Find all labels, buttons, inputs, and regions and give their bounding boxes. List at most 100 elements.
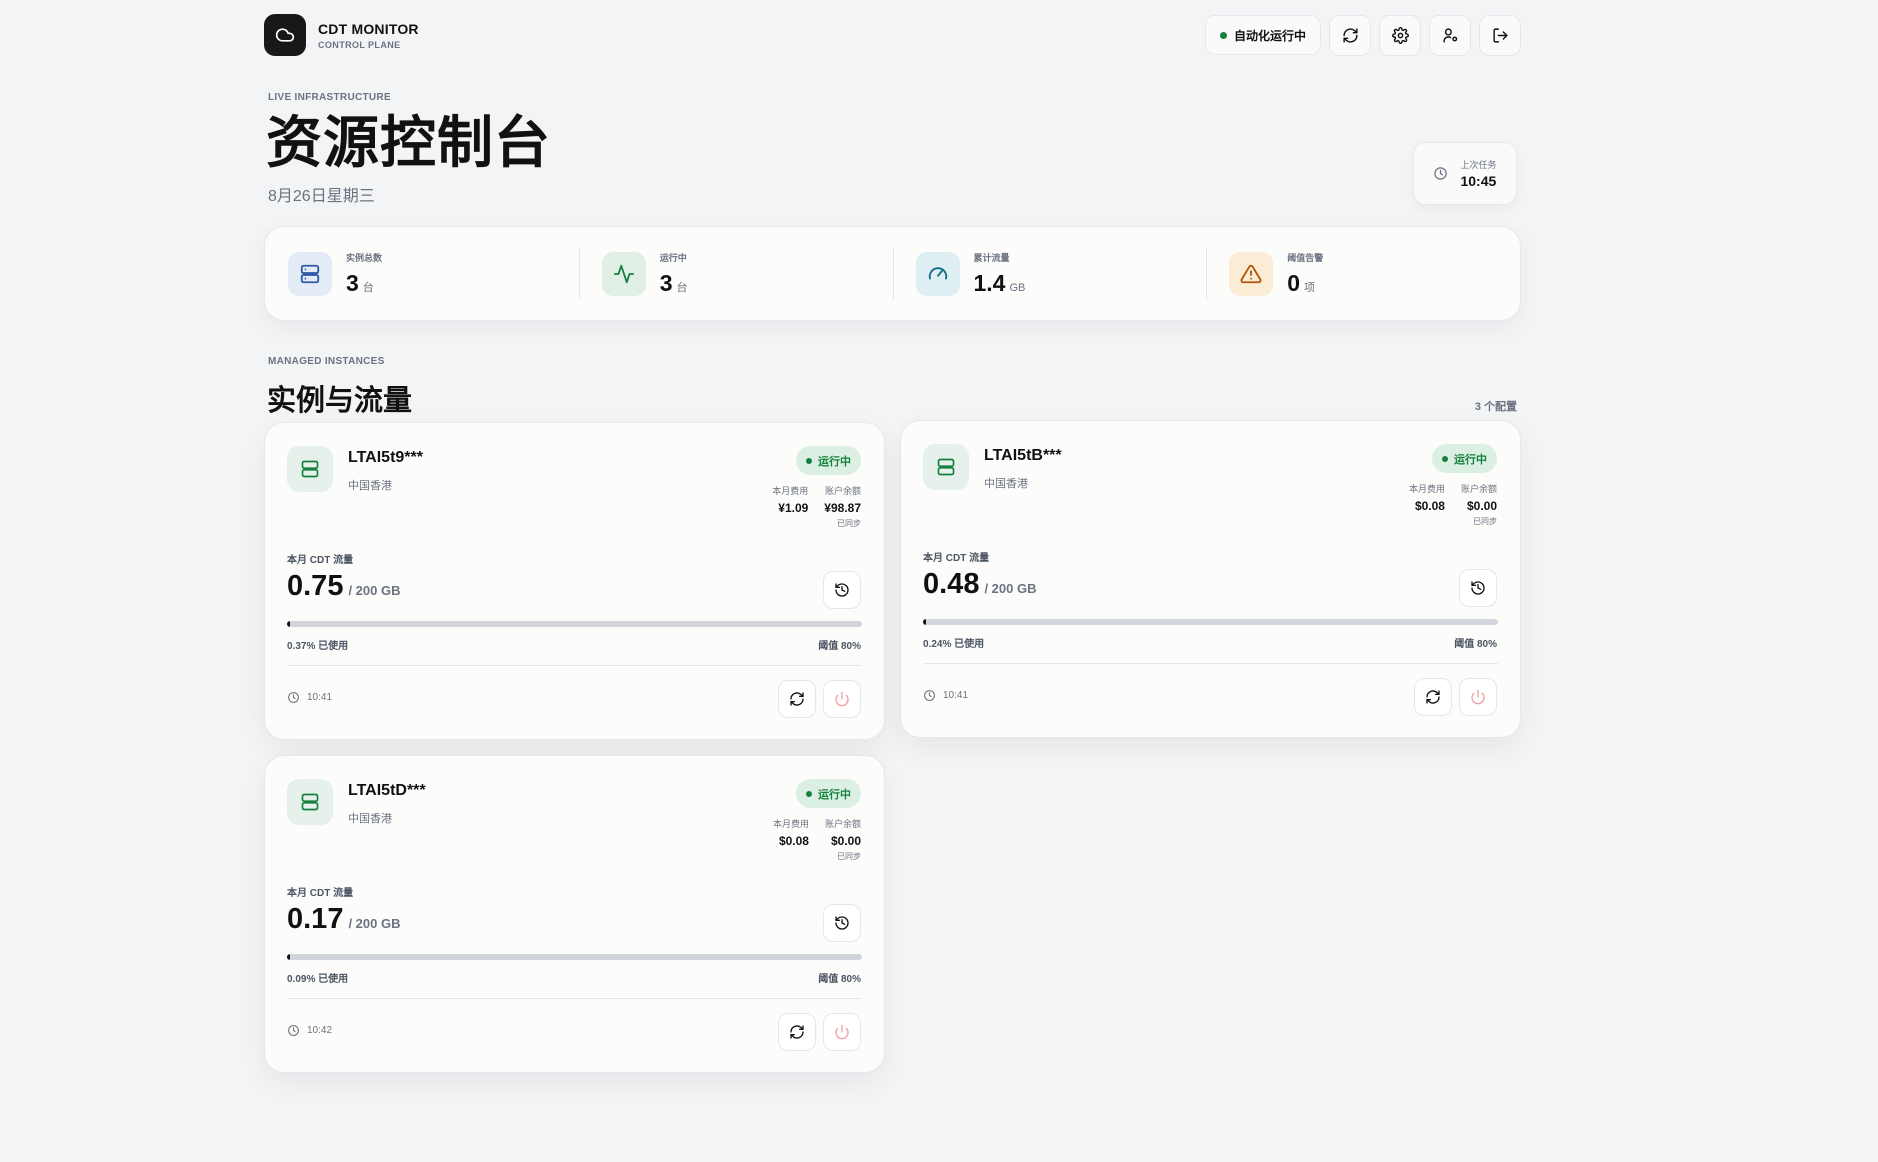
history-button[interactable] (1459, 569, 1497, 607)
account-balance: ¥98.87 (824, 501, 861, 515)
hero: LIVE INFRASTRUCTURE 资源控制台 8月26日星期三 上次任务 … (264, 70, 1521, 225)
traffic-cap: / 200 GB (984, 581, 1037, 596)
instance-region: 中国香港 (348, 813, 392, 825)
status-badge: 运行中 (796, 779, 861, 808)
alert-triangle-icon (1229, 251, 1274, 296)
clock-icon (1434, 167, 1448, 180)
history-button[interactable] (823, 904, 861, 942)
server-icon (287, 779, 333, 825)
stat-unit: GB (1009, 281, 1026, 294)
last-task-label: 上次任务 (1460, 160, 1497, 170)
activity-icon (601, 251, 646, 296)
fee-label: 本月费用 (772, 486, 809, 496)
last-update-time: 10:41 (307, 692, 333, 703)
instance-name: LTAI5tD*** (348, 782, 426, 799)
stat-traffic: 累计流量 1.4 GB (892, 247, 1207, 300)
refresh-button[interactable] (1329, 15, 1371, 56)
refresh-instance-button[interactable] (1414, 678, 1452, 716)
stat-unit: 台 (676, 281, 688, 294)
server-icon (288, 251, 332, 296)
divider (923, 663, 1498, 664)
sync-status: 已同步 (837, 519, 861, 528)
account-balance: $0.00 (1466, 499, 1497, 513)
instance-card: LTAI5tB*** 中国香港 运行中 本月费用 $0.08 账户余额 $0.0… (900, 420, 1521, 738)
user-cog-icon (1442, 28, 1457, 43)
stat-value: 0 (1287, 269, 1301, 296)
section-count: 3 个配置 (1474, 401, 1517, 413)
stat-total-instances: 实例总数 3台 (265, 247, 579, 300)
last-update-time: 10:42 (307, 1025, 333, 1036)
clock-icon (288, 692, 299, 703)
brand-subtitle: CONTROL PLANE (318, 39, 401, 50)
sync-status: 已同步 (1473, 517, 1497, 526)
instance-name: LTAI5t9*** (348, 449, 423, 466)
refresh-instance-button[interactable] (778, 1013, 816, 1051)
sync-status: 已同步 (837, 852, 861, 861)
stat-label: 累计流量 (973, 252, 1010, 263)
last-update-time: 10:41 (943, 690, 969, 701)
instance-name: LTAI5tB*** (984, 447, 1062, 464)
refresh-icon (790, 692, 804, 706)
power-button[interactable] (823, 1013, 861, 1051)
usage-progress-fill (287, 621, 290, 627)
refresh-icon (1342, 28, 1358, 43)
automation-status-pill[interactable]: 自动化运行中 (1204, 15, 1321, 55)
stat-label: 运行中 (659, 252, 687, 263)
monthly-fee: ¥1.09 (778, 501, 809, 515)
server-icon (923, 444, 969, 490)
stat-value: 3 (659, 269, 673, 296)
usage-progress-bar (287, 621, 862, 627)
fee-label: 本月费用 (772, 819, 809, 829)
status-dot-icon (1219, 31, 1227, 39)
refresh-instance-button[interactable] (778, 680, 816, 718)
settings-button[interactable] (1379, 15, 1421, 56)
history-button[interactable] (823, 571, 861, 609)
status-badge-label: 运行中 (1454, 453, 1487, 466)
last-update: 10:42 (287, 1024, 332, 1037)
instance-region: 中国香港 (984, 478, 1028, 490)
status-badge: 运行中 (1432, 444, 1497, 473)
fee-label: 本月费用 (1408, 484, 1445, 494)
logout-button[interactable] (1479, 15, 1521, 56)
usage-progress-bar (287, 954, 862, 960)
balance-label: 账户余额 (824, 486, 861, 496)
traffic-cap: / 200 GB (348, 916, 401, 931)
section-title: 实例与流量 (267, 385, 413, 417)
balance-label: 账户余额 (1460, 484, 1497, 494)
last-update: 10:41 (923, 689, 968, 702)
log-out-icon (1492, 28, 1508, 43)
automation-status-label: 自动化运行中 (1233, 28, 1306, 43)
stat-unit: 台 (362, 281, 374, 294)
status-dot-icon (806, 457, 812, 464)
account-balance: $0.00 (830, 834, 861, 848)
traffic-value: 0.75 (287, 570, 344, 602)
stat-running: 运行中 3台 (578, 247, 893, 300)
threshold-label: 阈值 80% (818, 641, 861, 652)
power-button[interactable] (1459, 678, 1497, 716)
section-eyebrow: MANAGED INSTANCES (268, 356, 385, 367)
history-icon (835, 583, 849, 597)
usage-progress-fill (923, 619, 926, 625)
monthly-fee: $0.08 (1414, 499, 1445, 513)
power-button[interactable] (823, 680, 861, 718)
traffic-value: 0.17 (287, 903, 344, 935)
traffic-label: 本月 CDT 流量 (923, 553, 990, 564)
account-button[interactable] (1429, 15, 1471, 56)
traffic-value: 0.48 (923, 568, 980, 600)
instance-card: LTAI5t9*** 中国香港 运行中 本月费用 ¥1.09 账户余额 ¥98.… (264, 422, 885, 740)
usage-percent: 0.37% 已使用 (287, 641, 349, 652)
stat-alerts: 阈值告警 0项 (1206, 247, 1520, 300)
status-badge: 运行中 (796, 446, 861, 475)
usage-progress-fill (287, 954, 290, 960)
usage-percent: 0.09% 已使用 (287, 974, 349, 985)
status-badge-label: 运行中 (818, 455, 851, 468)
clock-icon (924, 690, 935, 701)
hero-eyebrow: LIVE INFRASTRUCTURE (268, 92, 391, 103)
gear-icon (1391, 27, 1409, 44)
page-date: 8月26日星期三 (268, 188, 375, 205)
brand[interactable]: CDT MONITOR CONTROL PLANE (264, 14, 419, 56)
status-dot-icon (806, 790, 812, 797)
balance-label: 账户余额 (824, 819, 861, 829)
clock-icon (288, 1025, 299, 1036)
threshold-label: 阈值 80% (1454, 639, 1497, 650)
